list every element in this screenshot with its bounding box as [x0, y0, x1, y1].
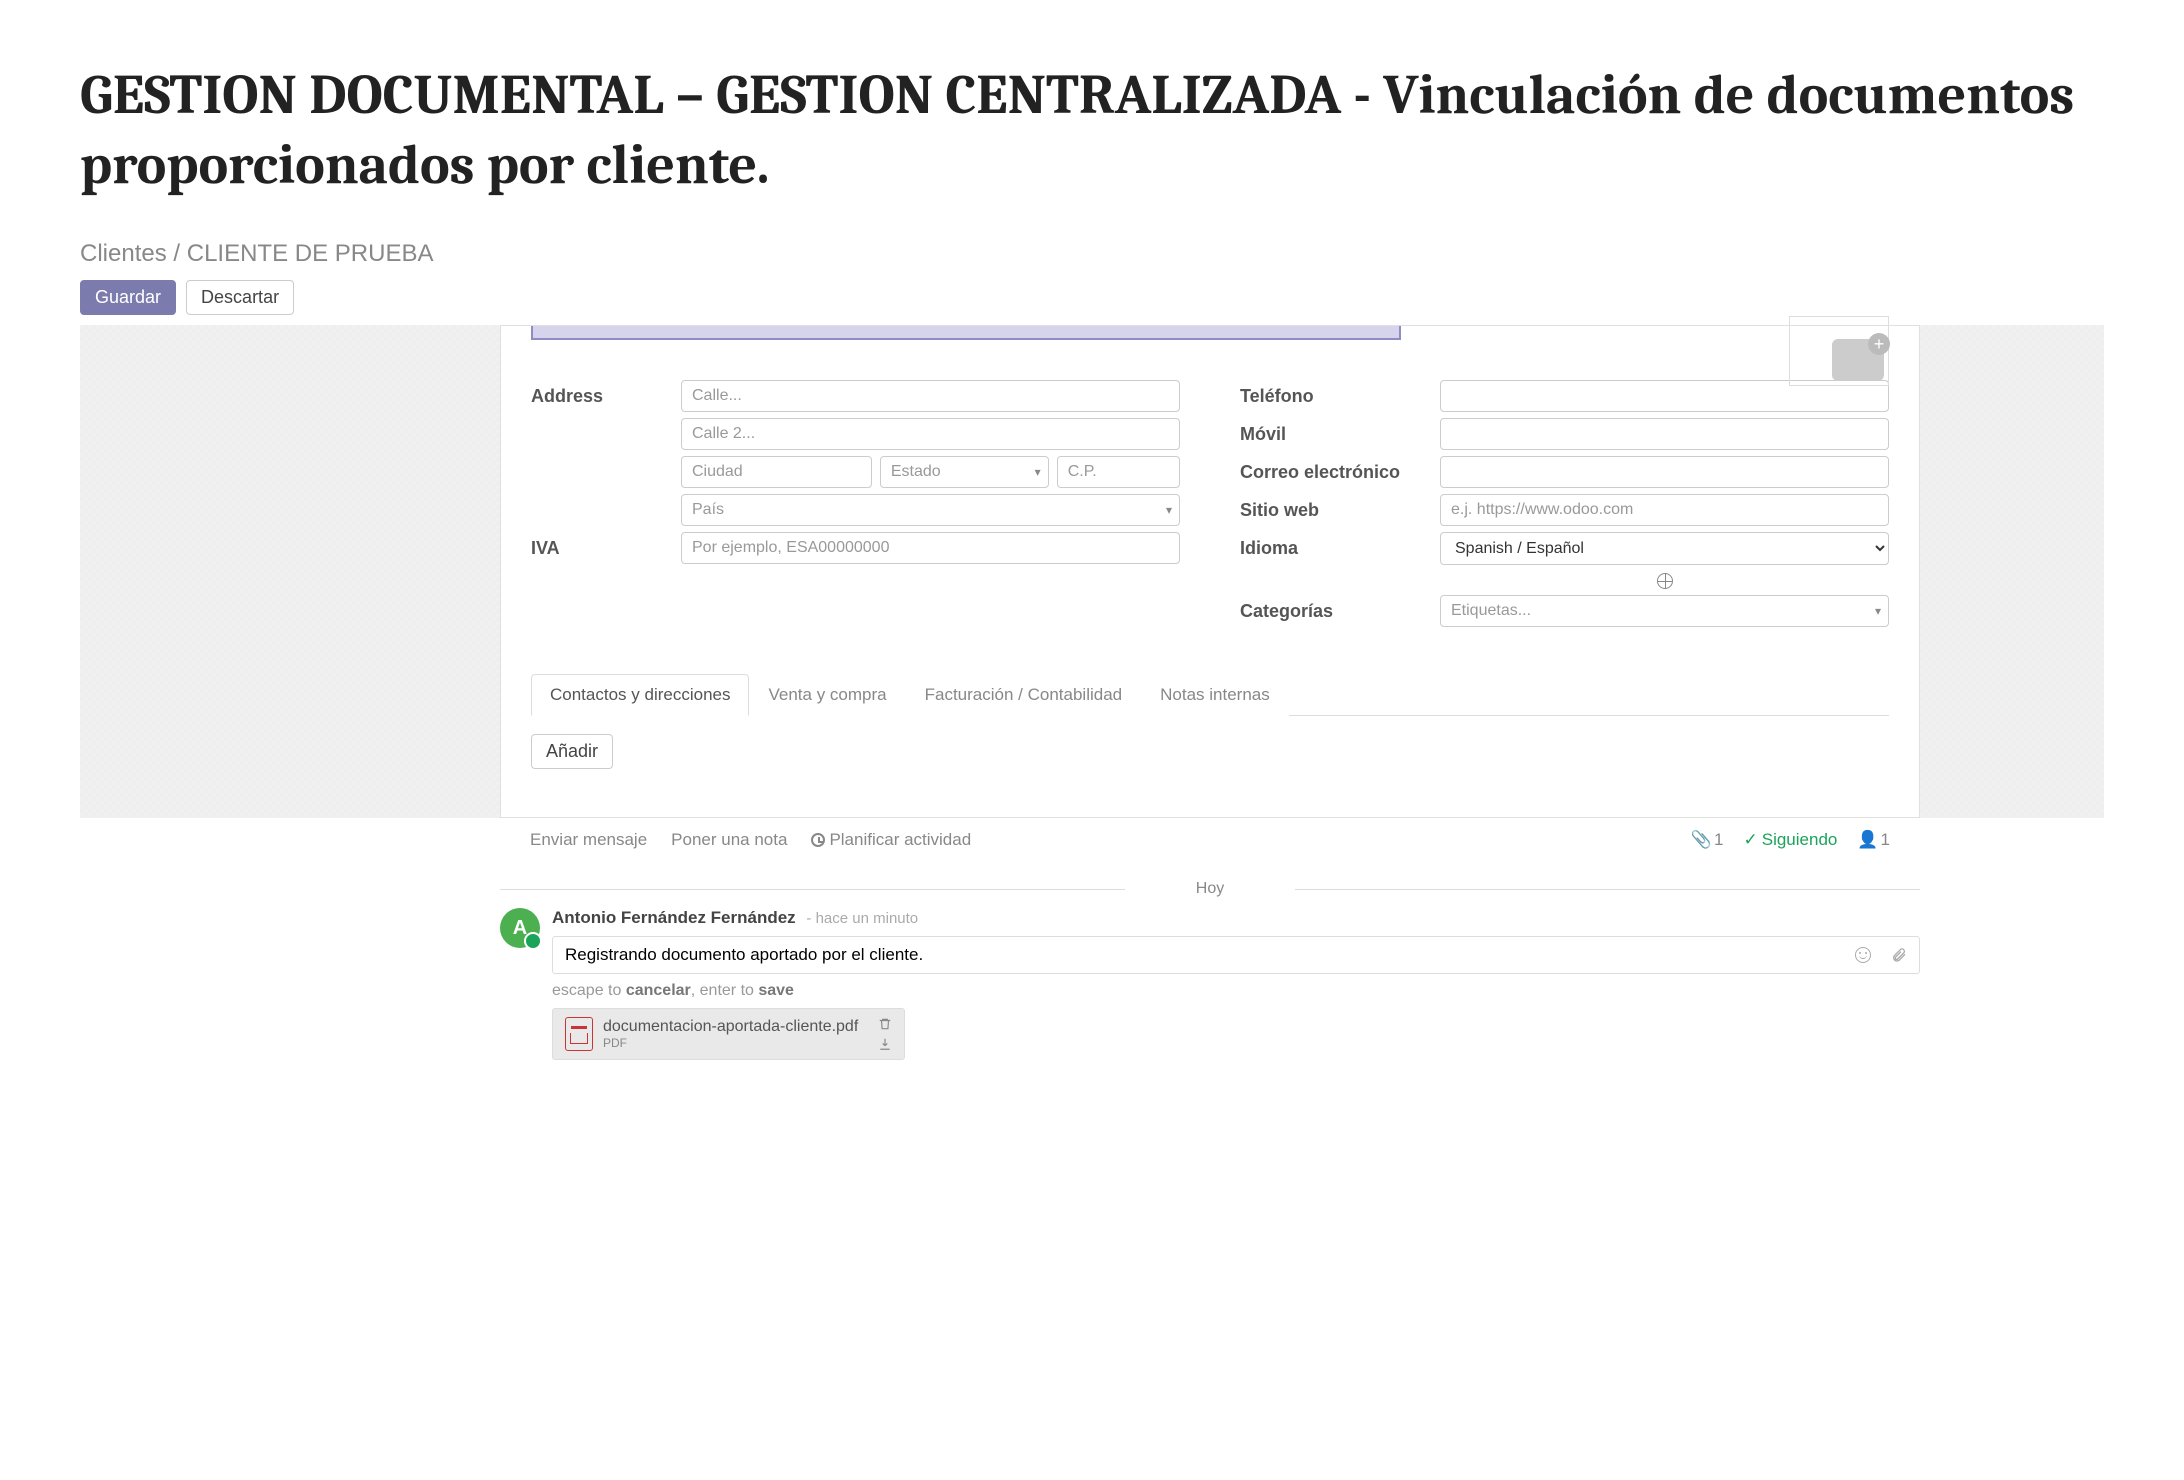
- document-title: GESTION DOCUMENTAL – GESTION CENTRALIZAD…: [0, 0, 2184, 220]
- vat-input[interactable]: [681, 532, 1180, 564]
- breadcrumb-root-link[interactable]: Clientes: [80, 240, 167, 267]
- tab-internal-notes[interactable]: Notas internas: [1141, 674, 1289, 716]
- discard-button[interactable]: Descartar: [186, 280, 294, 315]
- street-input[interactable]: [681, 380, 1180, 412]
- attachment-type: PDF: [603, 1036, 858, 1050]
- name-field-strip[interactable]: [531, 326, 1401, 340]
- left-column: Address ▾: [531, 380, 1180, 633]
- image-placeholder[interactable]: [1789, 316, 1889, 386]
- language-select[interactable]: Spanish / Español: [1440, 532, 1889, 565]
- save-button[interactable]: Guardar: [80, 280, 176, 315]
- right-column: Teléfono Móvil Correo electrónico Sitio …: [1240, 380, 1889, 633]
- clock-icon: [811, 833, 825, 847]
- emoji-icon[interactable]: [1855, 947, 1871, 963]
- email-input[interactable]: [1440, 456, 1889, 488]
- label-website: Sitio web: [1240, 494, 1440, 521]
- label-iva: IVA: [531, 532, 681, 559]
- street2-input[interactable]: [681, 418, 1180, 450]
- note-input[interactable]: [565, 945, 1855, 965]
- schedule-activity-action[interactable]: Planificar actividad: [811, 830, 971, 850]
- tab-invoicing[interactable]: Facturación / Contabilidad: [906, 674, 1142, 716]
- download-icon[interactable]: [878, 1037, 892, 1051]
- check-icon: ✓: [1743, 830, 1757, 849]
- breadcrumb: Clientes / CLIENTE DE PRUEBA: [80, 240, 2104, 268]
- tabs: Contactos y direcciones Venta y compra F…: [531, 673, 1889, 716]
- label-language: Idioma: [1240, 532, 1440, 559]
- main-body: Address ▾: [80, 325, 2104, 818]
- breadcrumb-separator: /: [173, 240, 180, 267]
- action-buttons: Guardar Descartar: [80, 280, 2104, 315]
- form-sheet: Address ▾: [500, 325, 1920, 818]
- label-categories: Categorías: [1240, 595, 1440, 622]
- label-phone: Teléfono: [1240, 380, 1440, 407]
- note-author: Antonio Fernández Fernández: [552, 908, 796, 927]
- tab-contacts[interactable]: Contactos y direcciones: [531, 674, 749, 716]
- person-icon: 👤: [1857, 830, 1878, 849]
- app-header: Clientes / CLIENTE DE PRUEBA Guardar Des…: [80, 220, 2104, 325]
- trash-icon[interactable]: [878, 1017, 892, 1031]
- log-note-action[interactable]: Poner una nota: [671, 830, 787, 850]
- attachment-count[interactable]: 📎1: [1691, 830, 1724, 850]
- chatter-right: 📎1 ✓Siguiendo 👤1: [1691, 830, 1890, 850]
- form-grid: Address ▾: [501, 360, 1919, 653]
- tab-sales[interactable]: Venta y compra: [749, 674, 905, 716]
- today-separator: Hoy: [500, 880, 1920, 898]
- city-input[interactable]: [681, 456, 872, 488]
- note-header: Antonio Fernández Fernández - hace un mi…: [552, 908, 1920, 928]
- add-button[interactable]: Añadir: [531, 734, 613, 769]
- mobile-input[interactable]: [1440, 418, 1889, 450]
- label-address: Address: [531, 380, 681, 407]
- paperclip-icon: 📎: [1691, 830, 1712, 849]
- app-shell: Clientes / CLIENTE DE PRUEBA Guardar Des…: [0, 220, 2184, 1140]
- website-input[interactable]: [1440, 494, 1889, 526]
- chatter-actions: Enviar mensaje Poner una nota Planificar…: [530, 830, 971, 850]
- note-timestamp: - hace un minuto: [806, 910, 918, 927]
- avatar: A: [500, 908, 540, 948]
- state-select[interactable]: [880, 456, 1049, 488]
- label-email: Correo electrónico: [1240, 456, 1440, 483]
- follower-count[interactable]: 👤1: [1857, 830, 1890, 850]
- note-composer: A Antonio Fernández Fernández - hace un …: [500, 908, 1920, 1060]
- country-select[interactable]: [681, 494, 1180, 526]
- note-input-wrapper: [552, 936, 1920, 974]
- send-message-action[interactable]: Enviar mensaje: [530, 830, 647, 850]
- paperclip-icon[interactable]: [1891, 947, 1907, 963]
- chatter-bar: Enviar mensaje Poner una nota Planificar…: [500, 818, 1920, 862]
- composer-help-text: escape to cancelar, enter to save: [552, 982, 1920, 1000]
- categories-select[interactable]: [1440, 595, 1889, 627]
- pdf-icon: [565, 1017, 593, 1051]
- tab-body: Añadir: [501, 716, 1919, 787]
- breadcrumb-current: CLIENTE DE PRUEBA: [187, 240, 434, 267]
- attachment-chip: documentacion-aportada-cliente.pdf PDF: [552, 1008, 905, 1060]
- camera-plus-icon: [1832, 339, 1884, 381]
- zip-input[interactable]: [1057, 456, 1180, 488]
- following-toggle[interactable]: ✓Siguiendo: [1743, 830, 1837, 850]
- label-mobile: Móvil: [1240, 418, 1440, 445]
- attachment-name[interactable]: documentacion-aportada-cliente.pdf: [603, 1018, 858, 1036]
- globe-icon[interactable]: [1657, 573, 1673, 589]
